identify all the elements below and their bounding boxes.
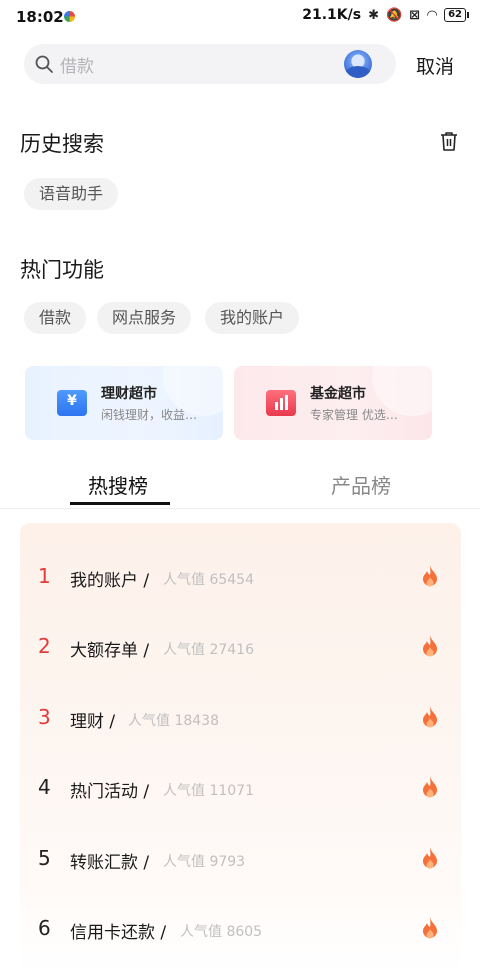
bluetooth-icon: ✱ bbox=[368, 7, 379, 23]
rank-number: 4 bbox=[38, 775, 51, 799]
cancel-button[interactable]: 取消 bbox=[416, 52, 454, 79]
rank-popularity: 人气值 8605 bbox=[180, 924, 263, 940]
rank-number: 3 bbox=[38, 705, 51, 729]
ranking-row[interactable]: 4 热门活动 / 人气值 11071 bbox=[20, 769, 461, 809]
rank-number: 6 bbox=[38, 916, 51, 940]
rank-popularity: 人气值 18438 bbox=[128, 713, 219, 729]
wealth-market-card[interactable]: ¥ 理财超市 闲钱理财，收益… bbox=[25, 366, 223, 440]
tab-indicator bbox=[70, 502, 170, 505]
network-speed: 21.1K/s bbox=[302, 7, 362, 23]
status-time: 18:02 bbox=[16, 8, 64, 26]
rank-number: 1 bbox=[38, 564, 51, 588]
fire-icon bbox=[423, 847, 437, 869]
trash-icon[interactable] bbox=[438, 130, 460, 152]
mute-bell-icon: 🔕 bbox=[385, 7, 403, 23]
rank-name: 大额存单 / bbox=[70, 641, 150, 661]
fire-icon bbox=[423, 635, 437, 657]
fire-icon bbox=[423, 706, 437, 728]
rank-number: 2 bbox=[38, 634, 51, 658]
rank-popularity: 人气值 65454 bbox=[163, 572, 254, 588]
ranking-row[interactable]: 1 我的账户 / 人气值 65454 bbox=[20, 558, 461, 598]
rank-popularity: 人气值 27416 bbox=[163, 642, 254, 658]
card-title: 基金超市 bbox=[310, 386, 366, 402]
divider bbox=[0, 508, 480, 509]
rank-name: 信用卡还款 / bbox=[70, 923, 167, 943]
rank-popularity: 人气值 9793 bbox=[163, 854, 246, 870]
hot-chip-branch[interactable]: 网点服务 bbox=[97, 302, 192, 334]
status-right-group: 21.1K/s ✱ 🔕 ⊠ ◠ 62 bbox=[302, 7, 469, 23]
hot-chip-loan[interactable]: 借款 bbox=[24, 302, 87, 334]
rank-number: 5 bbox=[38, 846, 51, 870]
fund-market-card[interactable]: 基金超市 专家管理 优选… bbox=[234, 366, 432, 440]
voice-assistant-icon[interactable] bbox=[344, 50, 372, 78]
fire-icon bbox=[423, 565, 437, 587]
rank-name: 我的账户 / bbox=[70, 571, 150, 591]
history-chip[interactable]: 语音助手 bbox=[24, 178, 119, 210]
yen-icon: ¥ bbox=[57, 390, 87, 416]
rank-popularity: 人气值 11071 bbox=[163, 783, 254, 799]
battery-icon: 62 bbox=[444, 8, 469, 22]
hot-chip-account[interactable]: 我的账户 bbox=[205, 302, 300, 334]
card-subtitle: 专家管理 优选… bbox=[310, 408, 398, 422]
ranking-row[interactable]: 6 信用卡还款 / 人气值 8605 bbox=[20, 910, 461, 950]
ranking-row[interactable]: 3 理财 / 人气值 18438 bbox=[20, 699, 461, 739]
card-subtitle: 闲钱理财，收益… bbox=[101, 408, 198, 422]
search-input[interactable]: 借款 bbox=[60, 52, 94, 77]
rank-name: 理财 / bbox=[70, 712, 116, 732]
app-notification-icon bbox=[64, 11, 75, 22]
wifi-icon: ◠ bbox=[427, 7, 438, 23]
tab-hot-search[interactable]: 热搜榜 bbox=[88, 470, 148, 499]
fire-icon bbox=[423, 776, 437, 798]
ranking-row[interactable]: 5 转账汇款 / 人气值 9793 bbox=[20, 840, 461, 880]
hot-functions-title: 热门功能 bbox=[20, 258, 104, 282]
search-icon bbox=[35, 55, 53, 73]
bar-chart-icon bbox=[266, 390, 296, 416]
fire-icon bbox=[423, 917, 437, 939]
tab-products[interactable]: 产品榜 bbox=[331, 470, 391, 499]
search-bar[interactable]: 借款 bbox=[24, 44, 396, 84]
card-title: 理财超市 bbox=[101, 386, 157, 402]
ranking-row[interactable]: 2 大额存单 / 人气值 27416 bbox=[20, 628, 461, 668]
sim-off-icon: ⊠ bbox=[409, 7, 421, 23]
status-bar: 18:02 21.1K/s ✱ 🔕 ⊠ ◠ 62 bbox=[0, 0, 480, 34]
rank-name: 热门活动 / bbox=[70, 782, 150, 802]
rank-name: 转账汇款 / bbox=[70, 853, 150, 873]
history-title: 历史搜索 bbox=[20, 132, 104, 156]
